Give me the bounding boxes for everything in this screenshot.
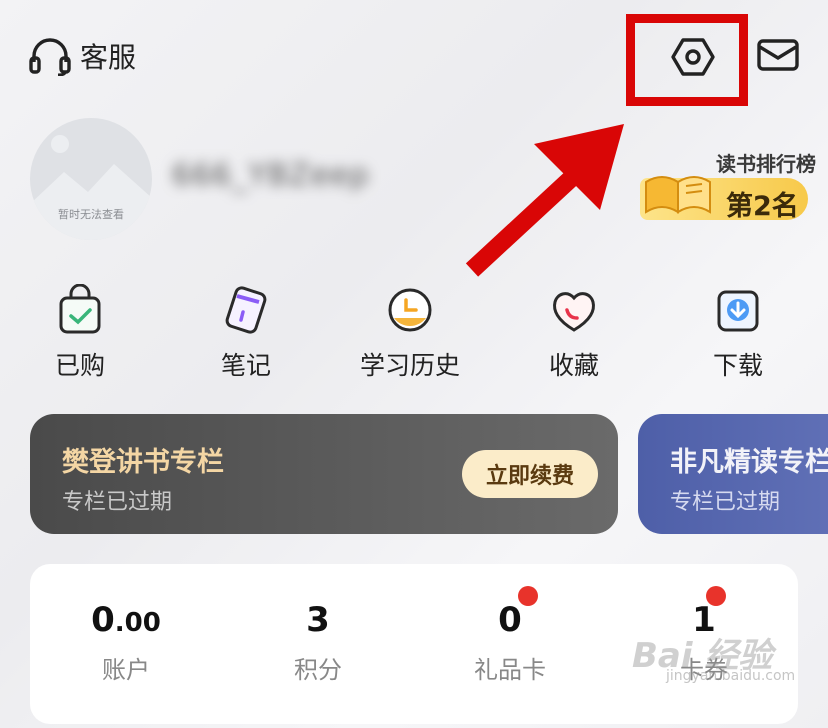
shopping-bag-icon xyxy=(59,284,101,334)
quick-item-notes[interactable]: 笔记 xyxy=(186,284,306,382)
stat-gift-card[interactable]: 0 礼品卡 xyxy=(440,600,580,685)
headset-icon xyxy=(29,38,71,76)
stat-value: 0 xyxy=(498,600,522,640)
column-card-feifan[interactable]: 非凡精读专栏 专栏已过期 xyxy=(638,414,828,534)
quick-label: 笔记 xyxy=(220,351,271,380)
stat-label: 积分 xyxy=(294,656,342,684)
customer-service-label: 客服 xyxy=(80,41,137,74)
quick-item-download[interactable]: 下载 xyxy=(678,284,798,382)
rank-value: 第2名 xyxy=(726,191,799,222)
card-title: 樊登讲书专栏 xyxy=(62,447,224,478)
rank-title: 读书排行榜 xyxy=(716,152,816,176)
quick-label: 收藏 xyxy=(548,351,599,380)
notification-dot xyxy=(706,586,726,606)
customer-service[interactable]: 客服 xyxy=(28,36,136,76)
card-title: 非凡精读专栏 xyxy=(670,447,828,478)
stat-account[interactable]: 0.00 账户 xyxy=(56,600,196,685)
download-icon xyxy=(717,290,759,332)
quick-item-history[interactable]: 学习历史 xyxy=(350,284,470,382)
avatar-caption: 暂时无法查看 xyxy=(58,208,124,221)
mail-button[interactable] xyxy=(756,36,800,78)
quick-item-favorites[interactable]: 收藏 xyxy=(514,284,634,382)
stat-points[interactable]: 3 积分 xyxy=(248,600,388,685)
renew-button[interactable]: 立即续费 xyxy=(462,450,598,498)
avatar[interactable]: 暂时无法查看 xyxy=(30,118,152,240)
watermark-url: jingyan.baidu.com xyxy=(666,668,796,684)
card-subtitle: 专栏已过期 xyxy=(670,490,781,515)
stat-label: 账户 xyxy=(102,656,150,684)
quick-label: 学习历史 xyxy=(359,351,460,380)
clock-icon xyxy=(388,288,432,332)
heart-icon xyxy=(553,292,595,332)
quick-label: 下载 xyxy=(712,351,763,380)
quick-label: 已购 xyxy=(54,351,105,380)
notification-dot xyxy=(518,586,538,606)
note-icon xyxy=(225,286,267,334)
quick-item-purchased[interactable]: 已购 xyxy=(20,284,140,382)
username[interactable]: 666_YBZeep xyxy=(172,158,370,193)
stat-label: 礼品卡 xyxy=(474,656,546,684)
card-subtitle: 专栏已过期 xyxy=(62,490,173,515)
column-card-fandeng[interactable]: 樊登讲书专栏 专栏已过期 立即续费 xyxy=(30,414,618,534)
mail-icon xyxy=(757,39,799,71)
stat-value: 0.00 xyxy=(91,600,161,640)
annotation-arrow xyxy=(465,124,624,277)
annotation-highlight-box xyxy=(626,14,748,106)
open-book-icon xyxy=(645,176,711,214)
stat-value: 3 xyxy=(306,600,330,640)
